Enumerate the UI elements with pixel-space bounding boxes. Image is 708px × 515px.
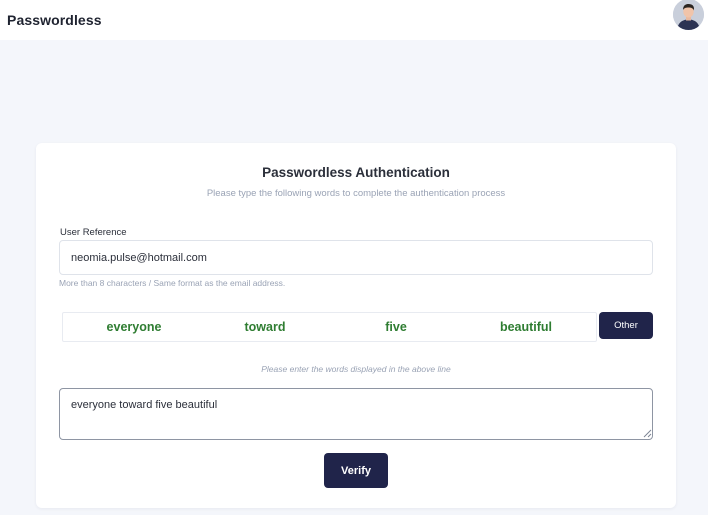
challenge-word: beautiful [499,320,553,334]
challenge-word: everyone [106,320,162,334]
verify-button[interactable]: Verify [324,453,388,488]
challenge-word: five [385,320,407,334]
top-bar: Passwordless [0,0,708,40]
user-reference-helper: More than 8 characters / Same format as … [59,278,286,288]
auth-card: Passwordless Authentication Please type … [36,143,676,508]
words-hint: Please enter the words displayed in the … [261,364,451,374]
app-title: Passwordless [7,12,102,28]
answer-textarea[interactable]: everyone toward five beautiful [59,388,653,440]
card-subtitle: Please type the following words to compl… [206,188,506,199]
card-title: Passwordless Authentication [262,165,450,180]
user-reference-label: User Reference [60,227,127,238]
user-reference-input[interactable] [59,240,653,275]
resize-grip-icon[interactable] [643,429,652,438]
challenge-words: everyone toward five beautiful [62,312,597,342]
user-avatar-icon[interactable] [673,0,704,30]
other-words-button[interactable]: Other [599,312,653,339]
challenge-word: toward [244,320,286,334]
